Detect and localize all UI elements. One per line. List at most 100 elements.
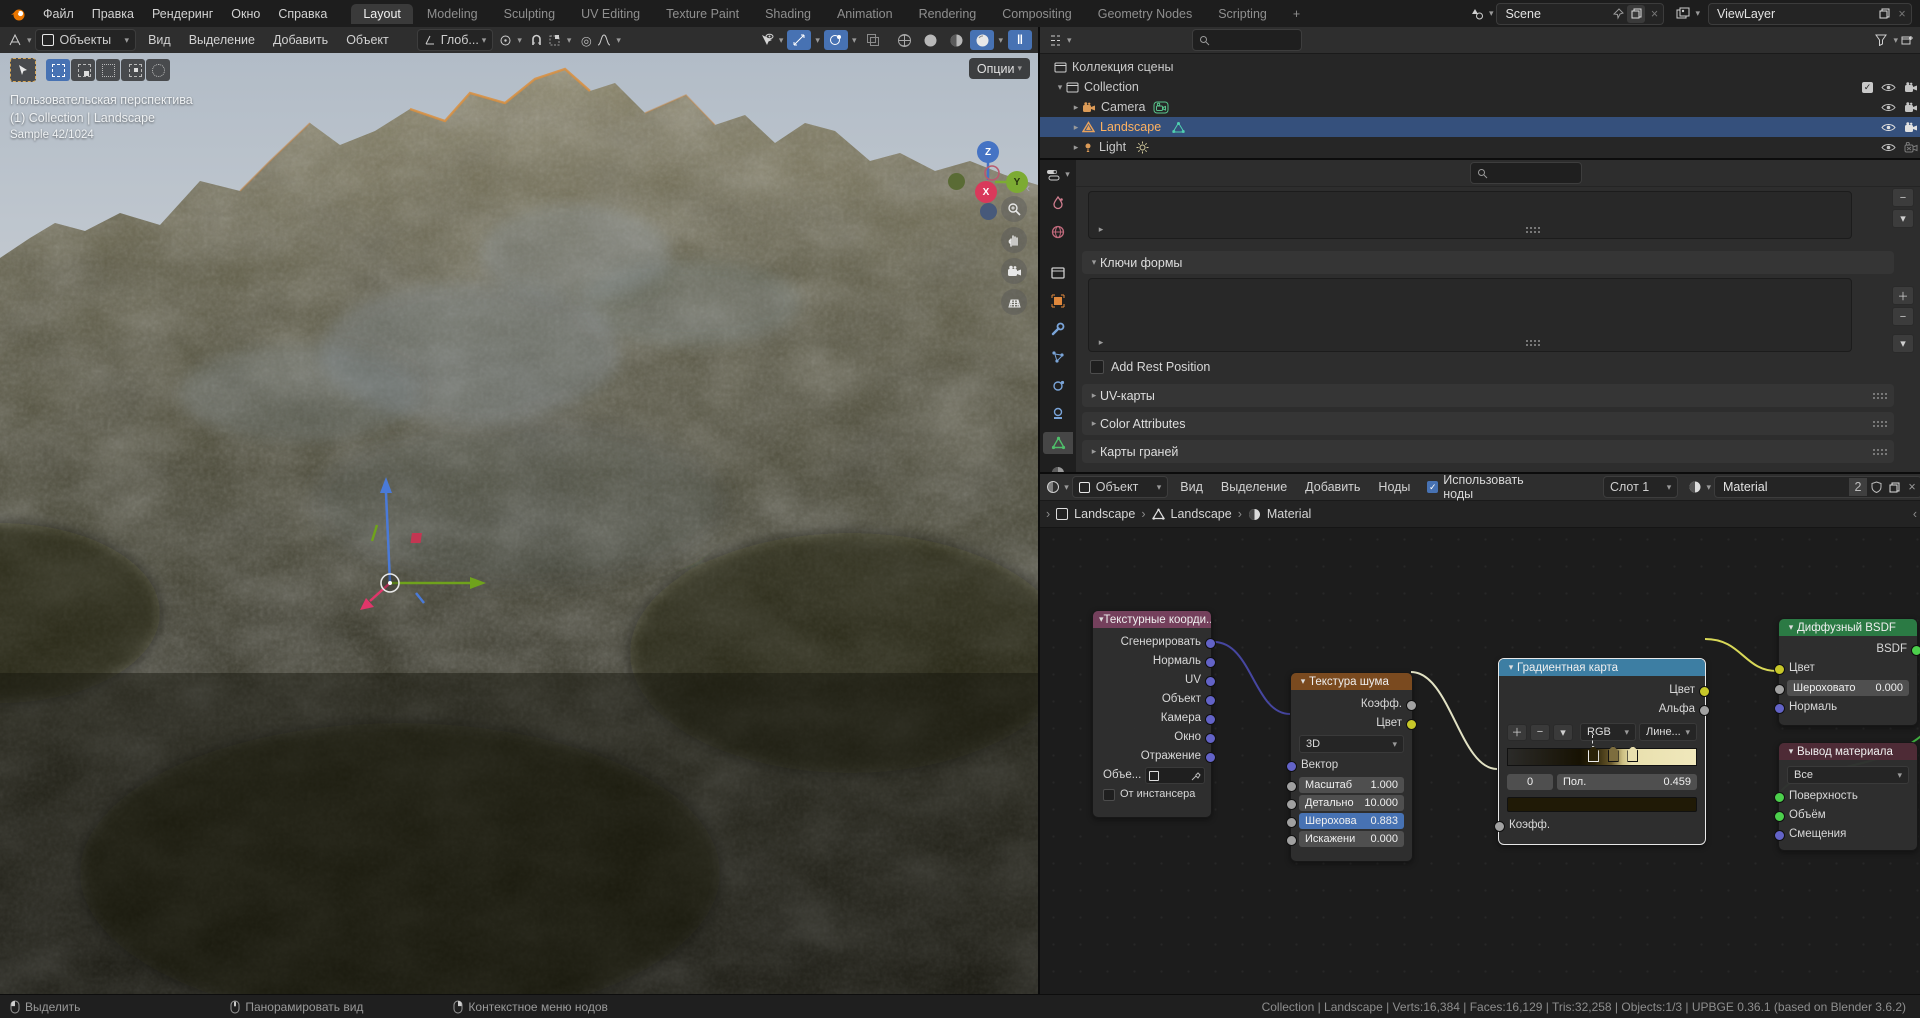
remove-item-button[interactable]: −: [1892, 307, 1914, 326]
axis-y-ball[interactable]: Y: [1006, 171, 1028, 193]
socket-object[interactable]: [1205, 695, 1216, 706]
tab-render-properties[interactable]: [1043, 192, 1073, 213]
pan-view-button[interactable]: [1001, 227, 1027, 253]
breadcrumb-object[interactable]: Landscape: [1074, 507, 1135, 521]
socket-color-input[interactable]: [1774, 664, 1785, 675]
tab-object-data-properties[interactable]: [1043, 432, 1073, 454]
workspace-tab-compositing[interactable]: Compositing: [990, 4, 1083, 24]
viewlayer-type-icon[interactable]: [1674, 5, 1692, 23]
scene-type-icon[interactable]: [1468, 5, 1486, 23]
color-mode-dropdown[interactable]: RGB ▾: [1580, 723, 1636, 741]
ne-menu-add[interactable]: Добавить: [1296, 480, 1369, 494]
hide-eye-icon[interactable]: [1881, 142, 1896, 153]
workspace-tab-geometrynodes[interactable]: Geometry Nodes: [1086, 4, 1204, 24]
zoom-view-button[interactable]: [1001, 196, 1027, 222]
vertex-groups-list[interactable]: ▸: [1088, 191, 1852, 239]
tool-options-dropdown[interactable]: Опции ▾: [968, 58, 1030, 79]
specials-menu-button[interactable]: ▾: [1892, 209, 1914, 228]
target-dropdown[interactable]: Все ▾: [1787, 766, 1909, 784]
specials-expander[interactable]: ▸: [1095, 224, 1107, 235]
menu-window[interactable]: Окно: [222, 7, 269, 21]
material-slot-dropdown[interactable]: Слот 1 ▾: [1602, 476, 1679, 498]
ramp-stop-2[interactable]: [1627, 746, 1639, 762]
ortho-toggle-button[interactable]: [1001, 289, 1027, 315]
socket-alpha[interactable]: [1699, 705, 1710, 716]
workspace-tab-texturepaint[interactable]: Texture Paint: [654, 4, 751, 24]
new-material-icon[interactable]: [1885, 478, 1903, 496]
shading-chevron[interactable]: ▾: [998, 35, 1003, 46]
new-collection-icon[interactable]: [1898, 31, 1916, 49]
socket-detail[interactable]: [1286, 799, 1297, 810]
new-scene-icon[interactable]: [1627, 4, 1646, 23]
editor-type-outliner-icon[interactable]: [1046, 31, 1064, 49]
from-instancer-checkbox[interactable]: [1103, 788, 1115, 801]
viewlayer-name[interactable]: ViewLayer: [1709, 7, 1875, 21]
outliner-row-camera[interactable]: ▸ Camera: [1040, 97, 1920, 117]
vp-menu-add[interactable]: Добавить: [264, 33, 337, 47]
axis-x-ball[interactable]: X: [975, 181, 997, 203]
color-attributes-panel-header[interactable]: ▸ Color Attributes: [1082, 412, 1894, 435]
socket-reflection[interactable]: [1205, 752, 1216, 763]
ramp-specials-button[interactable]: ▾: [1553, 723, 1573, 741]
outliner-row-landscape[interactable]: ▸ Landscape: [1040, 117, 1920, 137]
node-noise-texture[interactable]: ▾ Текстура шума Коэфф. Цвет 3D ▾ Вектор Ма…: [1286, 672, 1417, 862]
node-color-ramp[interactable]: ▾ Градиентная карта Цвет Альфа ＋ − ▾ RGB ▾…: [1494, 658, 1710, 845]
workspace-tab-layout[interactable]: Layout: [351, 3, 413, 24]
socket-window[interactable]: [1205, 733, 1216, 744]
socket-volume[interactable]: [1774, 811, 1785, 822]
add-stop-button[interactable]: ＋: [1507, 723, 1527, 741]
ramp-stop-0[interactable]: [1587, 746, 1599, 762]
ne-menu-node[interactable]: Ноды: [1369, 480, 1419, 494]
workspace-tab-sculpting[interactable]: Sculpting: [492, 4, 567, 24]
tab-collection-properties[interactable]: [1043, 261, 1073, 282]
scale-slider[interactable]: Масштаб 1.000: [1299, 777, 1404, 793]
workspace-tab-shading[interactable]: Shading: [753, 4, 823, 24]
expander-icon[interactable]: ▸: [1070, 102, 1082, 113]
panel-drag-dots[interactable]: [1872, 420, 1888, 427]
specials-menu-button[interactable]: ▾: [1892, 334, 1914, 353]
socket-uv[interactable]: [1205, 676, 1216, 687]
workspace-tab-scripting[interactable]: Scripting: [1206, 4, 1279, 24]
sidebar-collapse-arrow[interactable]: ‹: [1026, 181, 1030, 195]
face-maps-panel-header[interactable]: ▸ Карты граней: [1082, 440, 1894, 463]
socket-color[interactable]: [1406, 719, 1417, 730]
scene-selector[interactable]: Scene ×: [1496, 2, 1665, 25]
remove-stop-button[interactable]: −: [1530, 723, 1550, 741]
select-subtract-tool-button[interactable]: [96, 59, 120, 81]
editor-type-chevron[interactable]: ▾: [27, 35, 32, 46]
detail-slider[interactable]: Детально 10.000: [1299, 795, 1404, 811]
snap-chevron[interactable]: ▾: [567, 35, 572, 46]
unlink-scene-icon[interactable]: ×: [1645, 5, 1663, 23]
gizmo-toggle[interactable]: [787, 30, 812, 50]
shading-material-button[interactable]: [944, 30, 968, 50]
disable-render-camera-icon[interactable]: [1904, 141, 1918, 153]
socket-vector[interactable]: [1286, 761, 1297, 772]
material-browse-icon[interactable]: [1687, 478, 1703, 496]
roughness-slider[interactable]: Шерохова 0.883: [1299, 813, 1404, 829]
proportional-edit-icon[interactable]: ◎: [577, 31, 595, 49]
properties-editor-type-icon[interactable]: ▾: [1043, 164, 1073, 185]
node-canvas[interactable]: ▾ Текстурные коорди... Сгенерировать Норм…: [1040, 526, 1920, 996]
camera-view-button[interactable]: [1001, 258, 1027, 284]
pivot-chevron[interactable]: ▾: [517, 35, 522, 46]
editor-type-3dview-icon[interactable]: [6, 31, 24, 49]
shading-rendered-button[interactable]: [970, 30, 995, 50]
hide-eye-icon[interactable]: [1881, 82, 1896, 93]
add-item-button[interactable]: ＋: [1892, 286, 1914, 305]
roughness-slider[interactable]: Шероховато 0.000: [1787, 680, 1909, 696]
menu-render[interactable]: Рендеринг: [143, 7, 222, 21]
disable-render-camera-icon[interactable]: [1904, 81, 1918, 93]
blender-logo-icon[interactable]: [10, 6, 26, 22]
interpolation-dropdown[interactable]: Лине... ▾: [1639, 723, 1697, 741]
falloff-icon[interactable]: [595, 31, 613, 49]
remove-item-button[interactable]: −: [1892, 188, 1914, 207]
socket-scale[interactable]: [1286, 781, 1297, 792]
remove-viewlayer-icon[interactable]: ×: [1893, 5, 1911, 23]
fake-user-shield-icon[interactable]: [1867, 478, 1885, 496]
unlink-material-icon[interactable]: ×: [1903, 478, 1920, 496]
select-box-tool-button[interactable]: [46, 59, 70, 81]
selectability-icon[interactable]: [758, 31, 776, 49]
panel-drag-dots[interactable]: [1872, 448, 1888, 455]
collection-checkbox[interactable]: ✓: [1862, 81, 1873, 93]
transform-orientation-dropdown[interactable]: Глоб... ▾: [416, 29, 494, 51]
